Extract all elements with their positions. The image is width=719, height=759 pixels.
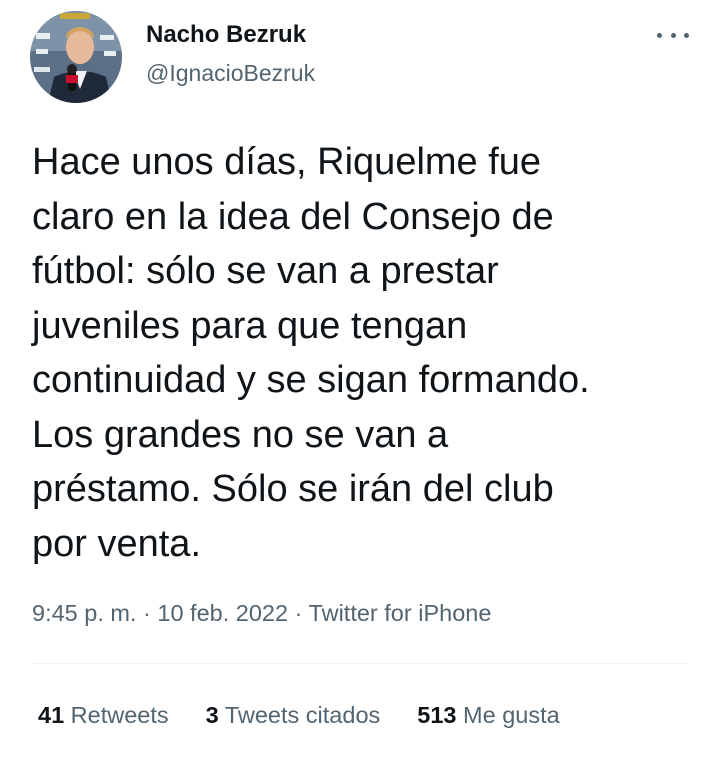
tweet-text-line: continuidad y se sigan formando. — [32, 359, 590, 401]
more-dot — [684, 32, 689, 38]
tweet-stats: 41 Retweets 3 Tweets citados 513 Me gust… — [38, 700, 597, 730]
tweet-text-line: claro en la idea del Consejo de — [32, 195, 554, 238]
retweets-label: Retweets — [70, 702, 169, 728]
tweet-text: Hace unos días, Riquelme fue claro en la… — [32, 135, 702, 571]
quote-tweets-label: Tweets citados — [224, 702, 381, 728]
tweet-card: Nacho Bezruk @IgnacioBezruk Hace unos dí… — [0, 0, 719, 759]
likes-count: 513 — [417, 702, 457, 728]
tweet-date-link[interactable]: 10 feb. 2022 — [157, 600, 288, 626]
tweet-text-line: juveniles para que tengan — [32, 304, 468, 347]
tweet-text-line: fútbol: sólo se van a prestar — [32, 250, 499, 292]
likes-stat[interactable]: 513 Me gusta — [417, 700, 559, 730]
author-handle[interactable]: @IgnacioBezruk — [146, 58, 315, 88]
tweet-meta: 9:45 p. m. · 10 feb. 2022 · Twitter for … — [32, 598, 491, 628]
tweet-text-line: Los grandes no se van a — [32, 413, 449, 456]
meta-separator: · — [294, 600, 303, 626]
divider — [32, 663, 687, 664]
tweet-time-link[interactable]: 9:45 p. m. — [32, 600, 137, 626]
retweets-count: 41 — [38, 702, 65, 728]
tweet-source-link[interactable]: Twitter for iPhone — [309, 600, 492, 626]
tweet-text-line: Hace unos días, Riquelme fue — [32, 141, 542, 183]
likes-label: Me gusta — [463, 702, 560, 728]
quote-tweets-stat[interactable]: 3 Tweets citados — [206, 700, 381, 730]
more-dot — [657, 32, 662, 38]
more-dot — [670, 32, 676, 38]
meta-separator: · — [143, 600, 151, 626]
retweets-stat[interactable]: 41 Retweets — [38, 700, 169, 730]
avatar[interactable] — [30, 11, 122, 103]
more-horizontal-icon[interactable] — [657, 28, 689, 42]
author-display-name[interactable]: Nacho Bezruk — [146, 20, 315, 50]
author-info: Nacho Bezruk @IgnacioBezruk — [146, 20, 315, 88]
quote-tweets-count: 3 — [205, 702, 219, 728]
avatar-photo-icon — [30, 11, 122, 103]
tweet-text-line: préstamo. Sólo se irán del club — [32, 468, 554, 510]
tweet-text-line: por venta. — [32, 522, 201, 565]
